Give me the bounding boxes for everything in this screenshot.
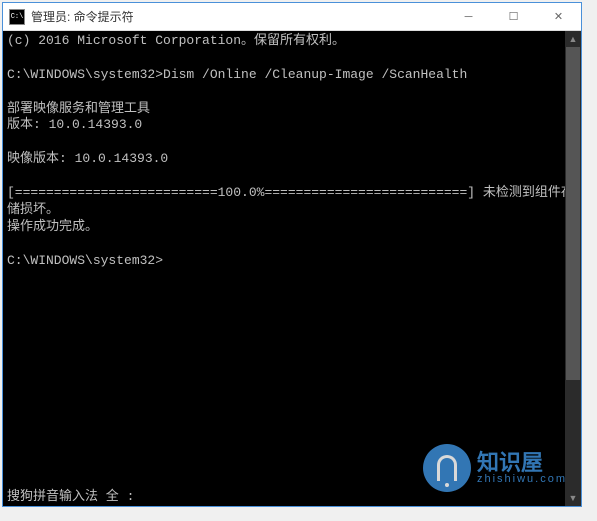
window-title: 管理员: 命令提示符 bbox=[31, 8, 446, 25]
ime-status: 搜狗拼音输入法 全 : bbox=[7, 485, 134, 504]
command-prompt-window: C:\ 管理员: 命令提示符 ─ ☐ ✕ (c) 2016 Microsoft … bbox=[2, 2, 582, 507]
scroll-thumb[interactable] bbox=[566, 47, 580, 380]
minimize-button[interactable]: ─ bbox=[446, 3, 491, 30]
app-icon: C:\ bbox=[9, 9, 25, 25]
maximize-button[interactable]: ☐ bbox=[491, 3, 536, 30]
close-button[interactable]: ✕ bbox=[536, 3, 581, 30]
scrollbar[interactable]: ▲ ▼ bbox=[565, 31, 581, 506]
scroll-up-icon[interactable]: ▲ bbox=[565, 31, 581, 47]
terminal-output[interactable]: (c) 2016 Microsoft Corporation。保留所有权利。 C… bbox=[3, 31, 581, 506]
titlebar[interactable]: C:\ 管理员: 命令提示符 ─ ☐ ✕ bbox=[3, 3, 581, 31]
minimize-icon: ─ bbox=[465, 11, 473, 23]
window-controls: ─ ☐ ✕ bbox=[446, 3, 581, 30]
maximize-icon: ☐ bbox=[509, 10, 519, 23]
close-icon: ✕ bbox=[554, 10, 563, 23]
scroll-down-icon[interactable]: ▼ bbox=[565, 490, 581, 506]
